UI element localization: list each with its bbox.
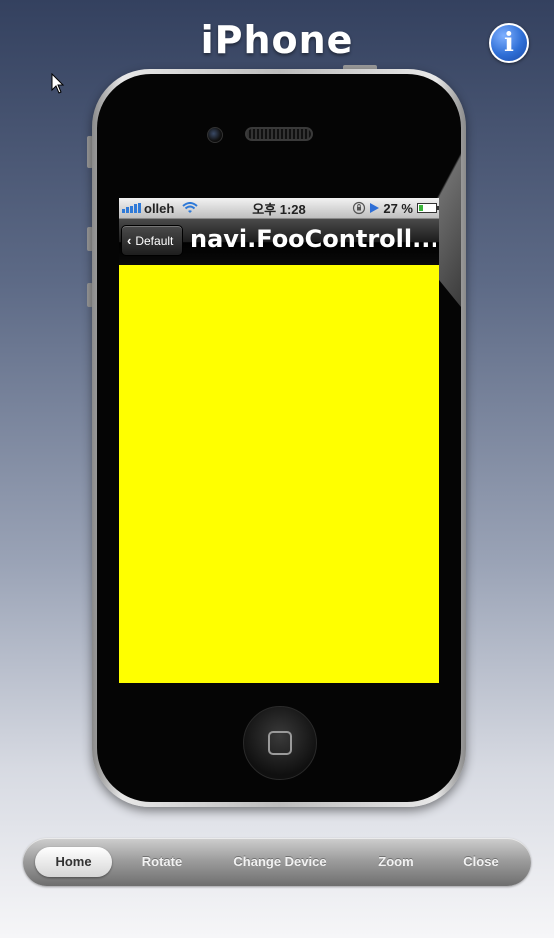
home-toolbar-button[interactable]: Home [35, 847, 112, 877]
home-square [268, 731, 292, 755]
battery-icon [417, 203, 439, 213]
zoom-toolbar-button[interactable]: Zoom [366, 850, 426, 874]
rotate-toolbar-button[interactable]: Rotate [127, 850, 197, 874]
front-camera-icon [207, 127, 223, 143]
play-icon [370, 203, 380, 213]
rotation-lock-icon [353, 201, 366, 215]
simulator-toolbar: Home Rotate Change Device Zoom Close [23, 838, 531, 886]
info-icon[interactable]: i [489, 23, 529, 63]
back-button-label: Default [135, 233, 174, 248]
back-button[interactable]: ‹ Default [121, 225, 183, 256]
change-device-toolbar-button[interactable]: Change Device [220, 850, 340, 874]
close-toolbar-button[interactable]: Close [451, 850, 511, 874]
device-screen[interactable]: olleh 오후 1:28 27 % ‹ Default navi.FooCon… [119, 198, 439, 683]
navigation-bar: ‹ Default navi.FooControll... [119, 219, 439, 265]
status-right: 27 % [352, 200, 439, 216]
nav-title: navi.FooControll... [190, 225, 436, 253]
battery-percent: 27 % [383, 200, 413, 216]
mouse-cursor-icon [51, 73, 65, 94]
status-bar: olleh 오후 1:28 27 % [119, 198, 439, 219]
chevron-left-icon: ‹ [127, 233, 132, 248]
app-title: iPhone [200, 18, 354, 62]
earpiece-speaker [245, 127, 313, 141]
home-button-icon[interactable] [243, 706, 317, 780]
